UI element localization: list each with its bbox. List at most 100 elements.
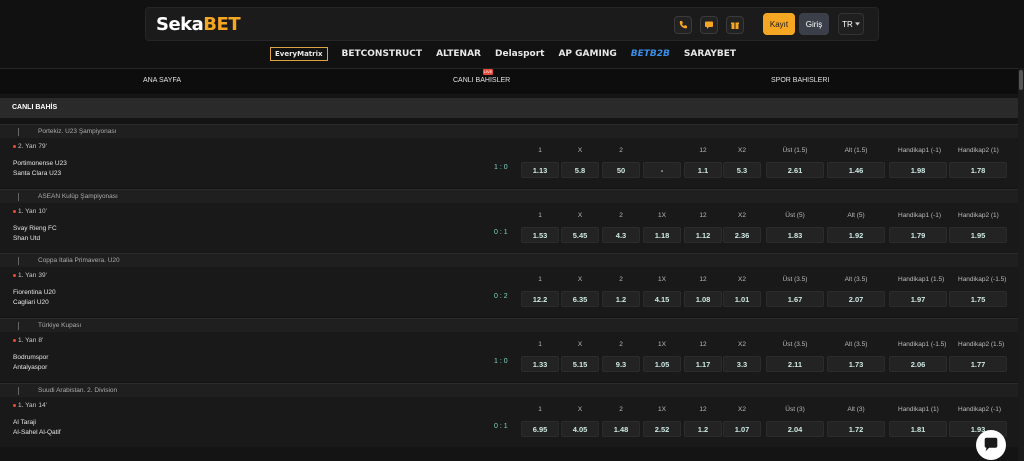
odds-button[interactable]: 1.97: [889, 291, 947, 307]
login-button[interactable]: Giriş: [799, 13, 829, 35]
odds-button[interactable]: 2.06: [889, 356, 947, 372]
odds-button[interactable]: 2.61: [766, 162, 824, 178]
odds-button[interactable]: 1.33: [521, 356, 559, 372]
match-status: 2. Yarı 79': [13, 143, 47, 150]
odds-column-header: Handikap2 (1): [958, 212, 999, 219]
odds-button[interactable]: 1.17: [684, 356, 722, 372]
odds-column-header: X2: [738, 341, 746, 348]
nav-live-bets[interactable]: CANLI BAHISLER: [453, 77, 510, 84]
odds-button[interactable]: 1.72: [827, 421, 885, 437]
odds-button[interactable]: 4.05: [561, 421, 599, 437]
match-row[interactable]: 1. Yarı 10' Svay Rieng FC Shan Utd 0 : 11X2…: [0, 203, 1018, 253]
league-header: ASEAN Kulüp Şampiyonası: [0, 189, 1018, 203]
register-button[interactable]: Kayıt: [763, 13, 795, 35]
league-header: Portekiz. U23 Şampiyonası: [0, 124, 1018, 138]
odds-button[interactable]: 2.07: [827, 291, 885, 307]
match-score: 0 : 1: [494, 423, 508, 430]
odds-button[interactable]: 1.67: [766, 291, 824, 307]
odds-button[interactable]: 1.53: [521, 227, 559, 243]
odds-button[interactable]: 5.15: [561, 356, 599, 372]
language-selector[interactable]: TR: [838, 13, 864, 35]
match-score: 0 : 2: [494, 293, 508, 300]
odds-button[interactable]: 1.05: [643, 356, 681, 372]
match-row[interactable]: 1. Yarı 39' Fiorentina U20 Cagliari U20 0 :…: [0, 267, 1018, 317]
odds-column-header: Handikap2 (1.5): [958, 341, 1005, 348]
odds-button[interactable]: 1.83: [766, 227, 824, 243]
odds-button[interactable]: 2.11: [766, 356, 824, 372]
main-nav: ANA SAYFA LIVE CANLI BAHISLER SPOR BAHIS…: [0, 68, 1024, 94]
match-row[interactable]: 1. Yarı 14' Al Taraji Al-Sahel Al-Qatif 0 :…: [0, 397, 1018, 447]
odds-button[interactable]: 12.2: [521, 291, 559, 307]
league-name: Türkiye Kupası: [38, 322, 82, 329]
site-logo[interactable]: SekaBET: [156, 14, 241, 35]
odds-button[interactable]: 1.08: [684, 291, 722, 307]
odds-column-header: Üst (3): [785, 406, 805, 413]
odds-button[interactable]: 1.1: [684, 162, 722, 178]
away-team[interactable]: Cagliari U20: [13, 299, 49, 306]
live-chat-button[interactable]: [976, 430, 1006, 460]
odds-button[interactable]: 1.01: [723, 291, 761, 307]
home-team[interactable]: Bodrumspor: [13, 354, 48, 361]
partner-logo: BETCONSTRUCT: [341, 49, 423, 59]
phone-icon[interactable]: [674, 16, 692, 34]
header-bar: SekaBET Kayıt Giriş TR: [145, 7, 879, 41]
odds-button[interactable]: 50: [602, 162, 640, 178]
odds-button[interactable]: 5.3: [723, 162, 761, 178]
odds-button[interactable]: 1.98: [889, 162, 947, 178]
odds-button[interactable]: 1.48: [602, 421, 640, 437]
odds-button[interactable]: 1.78: [949, 162, 1007, 178]
nav-home[interactable]: ANA SAYFA: [143, 77, 181, 84]
odds-button[interactable]: 1.81: [889, 421, 947, 437]
home-team[interactable]: Fiorentina U20: [13, 289, 56, 296]
odds-button[interactable]: 4.15: [643, 291, 681, 307]
odds-button[interactable]: 1.18: [643, 227, 681, 243]
away-team[interactable]: Antalyaspor: [13, 364, 47, 371]
odds-button[interactable]: 6.95: [521, 421, 559, 437]
odds-button[interactable]: 1.79: [889, 227, 947, 243]
odds-button[interactable]: -: [643, 162, 681, 178]
home-team[interactable]: Portimonense U23: [13, 160, 67, 167]
odds-button[interactable]: 2.36: [723, 227, 761, 243]
match-row[interactable]: 1. Yarı 8' Bodrumspor Antalyaspor 1 : 01X21…: [0, 332, 1018, 382]
odds-column-header: Handikap1 (1): [898, 406, 939, 413]
odds-button[interactable]: 1.2: [602, 291, 640, 307]
match-row[interactable]: 2. Yarı 79' Portimonense U23 Santa Clara U…: [0, 138, 1018, 188]
odds-button[interactable]: 4.3: [602, 227, 640, 243]
away-team[interactable]: Shan Utd: [13, 235, 40, 242]
site-header: SekaBET Kayıt Giriş TR EveryMatrix BETCO…: [0, 0, 1024, 68]
odds-button[interactable]: 1.75: [949, 291, 1007, 307]
odds-button[interactable]: 9.3: [602, 356, 640, 372]
odds-button[interactable]: 6.35: [561, 291, 599, 307]
odds-button[interactable]: 1.77: [949, 356, 1007, 372]
odds-button[interactable]: 1.07: [723, 421, 761, 437]
chevron-down-icon: [854, 22, 860, 26]
odds-column-header: X2: [738, 147, 746, 154]
odds-button[interactable]: 1.12: [684, 227, 722, 243]
odds-button[interactable]: 1.95: [949, 227, 1007, 243]
home-team[interactable]: Al Taraji: [13, 419, 36, 426]
odds-button[interactable]: 3.3: [723, 356, 761, 372]
odds-button[interactable]: 1.46: [827, 162, 885, 178]
match-status: 1. Yarı 14': [13, 402, 47, 409]
odds-button[interactable]: 1.13: [521, 162, 559, 178]
odds-button[interactable]: 1.92: [827, 227, 885, 243]
scrollbar[interactable]: [1018, 68, 1024, 461]
odds-button[interactable]: 2.52: [643, 421, 681, 437]
odds-button[interactable]: 5.8: [561, 162, 599, 178]
live-dot-icon: [13, 210, 16, 213]
odds-button[interactable]: 2.04: [766, 421, 824, 437]
away-team[interactable]: Santa Clara U23: [13, 170, 61, 177]
odds-button[interactable]: 5.45: [561, 227, 599, 243]
odds-column-header: 1X: [658, 212, 666, 219]
scrollbar-thumb[interactable]: [1019, 70, 1023, 90]
nav-sports-bets[interactable]: SPOR BAHISLERI: [771, 77, 829, 84]
league-header: Coppa Italia Primavera. U20: [0, 253, 1018, 267]
partner-logo: Delasport: [495, 49, 545, 59]
home-team[interactable]: Svay Rieng FC: [13, 225, 57, 232]
away-team[interactable]: Al-Sahel Al-Qatif: [13, 429, 61, 436]
odds-button[interactable]: 1.2: [684, 421, 722, 437]
odds-column-header: Alt (3.5): [844, 276, 868, 283]
gift-icon[interactable]: [726, 16, 744, 34]
chat-bubble-icon[interactable]: [700, 16, 718, 34]
odds-button[interactable]: 1.73: [827, 356, 885, 372]
